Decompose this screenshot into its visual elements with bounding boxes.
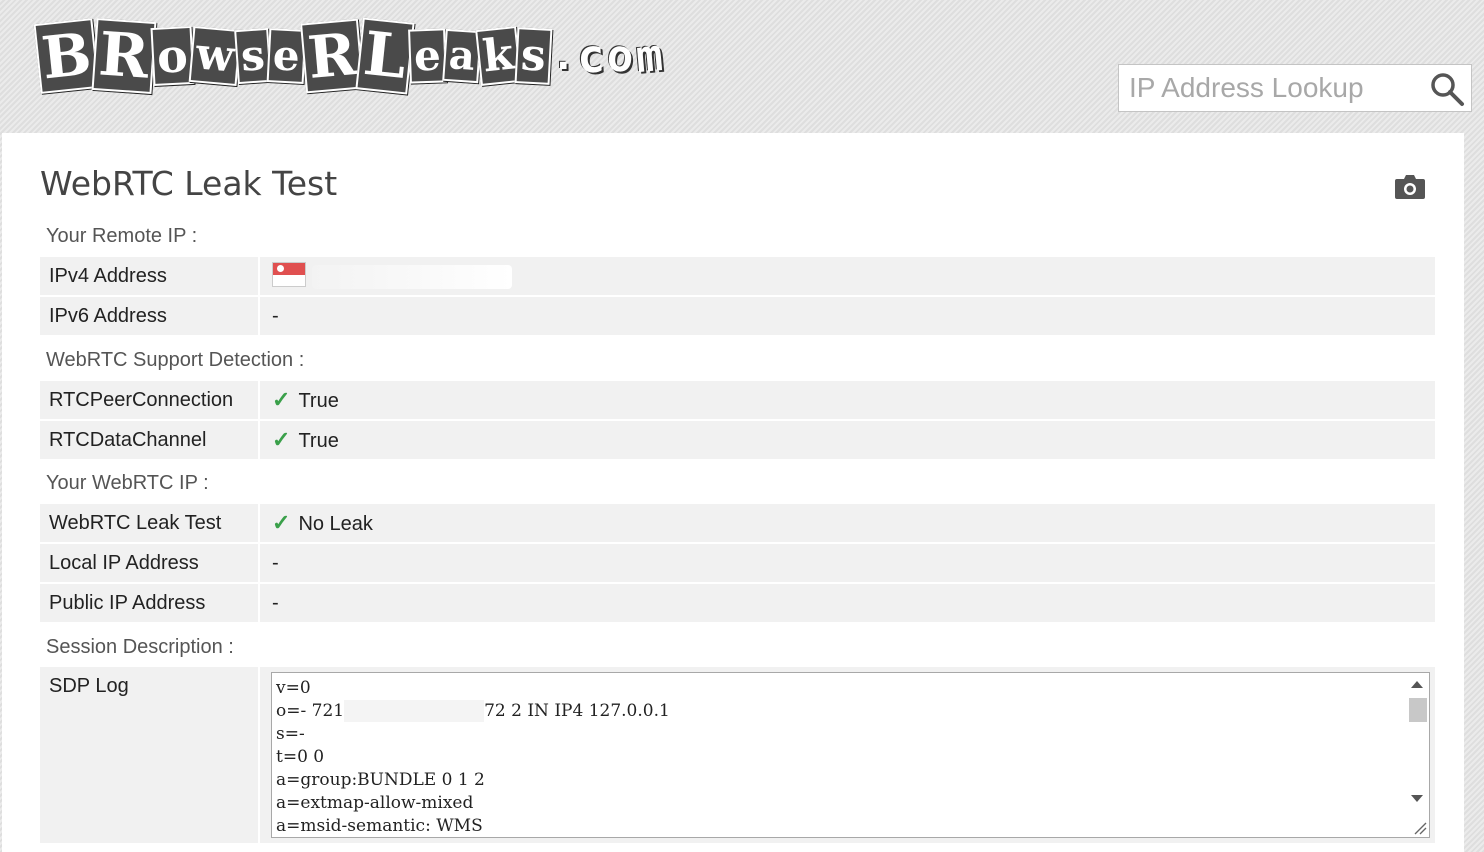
flag-icon xyxy=(272,262,306,288)
main-content: WebRTC Leak Test Your Remote IP : IPv4 A… xyxy=(2,133,1464,852)
section-support: WebRTC Support Detection : xyxy=(46,349,305,371)
sdp-line-part: o=- 721 xyxy=(276,701,345,721)
logo-letter: w xyxy=(188,26,241,86)
logo-letter: o xyxy=(605,29,636,83)
public-ip-label: Public IP Address xyxy=(40,584,260,622)
sdp-line: a=extmap-allow-mixed xyxy=(276,793,474,813)
sdp-log-textarea[interactable]: v=0 o=- 721 72 2 IN IP4 127.0.0.1 s=- t=0 0 a… xyxy=(271,672,1430,838)
rtcpeer-status: True xyxy=(298,390,339,412)
scroll-thumb[interactable] xyxy=(1409,698,1427,722)
logo-letter: s xyxy=(514,27,553,85)
rtcpeer-value: ✓ True xyxy=(262,381,1435,419)
local-ip-label: Local IP Address xyxy=(40,544,260,582)
ipv4-value xyxy=(262,257,1435,295)
rtcdata-row: RTCDataChannel ✓ True xyxy=(40,421,1435,461)
redacted-session-id xyxy=(344,700,485,722)
scroll-down-icon[interactable] xyxy=(1411,795,1423,802)
check-icon: ✓ xyxy=(272,427,291,452)
section-remote-ip: Your Remote IP : xyxy=(46,225,198,247)
local-ip-row: Local IP Address - xyxy=(40,544,1435,584)
camera-icon[interactable] xyxy=(1394,171,1426,201)
rtcdata-value: ✓ True xyxy=(262,421,1435,459)
logo-letter: . xyxy=(551,33,576,79)
sdp-log-content: v=0 o=- 721 72 2 IN IP4 127.0.0.1 s=- t=0 0 a… xyxy=(276,677,1401,837)
sdp-line: a=group:BUNDLE 0 1 2 xyxy=(276,770,485,790)
section-session: Session Description : xyxy=(46,636,234,658)
check-icon: ✓ xyxy=(272,387,291,412)
leak-test-value: ✓ No Leak xyxy=(262,504,1435,542)
rtcpeer-label: RTCPeerConnection xyxy=(40,381,260,419)
sdp-line: v=0 xyxy=(276,678,311,698)
ipv6-label: IPv6 Address xyxy=(40,297,260,335)
logo-letter: e xyxy=(408,28,447,84)
page-title: WebRTC Leak Test xyxy=(40,164,338,203)
sdp-line: a=msid-semantic: WMS xyxy=(276,816,483,836)
check-icon: ✓ xyxy=(272,510,291,535)
site-logo[interactable]: BRowseRLeaks.com xyxy=(33,8,665,104)
sdp-log-row: SDP Log v=0 o=- 721 72 2 IN IP4 127.0.0.1 s… xyxy=(40,667,1435,843)
logo-letter: B xyxy=(33,18,100,94)
redacted-ip xyxy=(312,264,512,289)
sdp-line: s=- xyxy=(276,724,305,744)
leak-test-label: WebRTC Leak Test xyxy=(40,504,260,542)
logo-letter: R xyxy=(91,17,157,95)
logo-letter: c xyxy=(575,28,607,84)
public-ip-value: - xyxy=(272,592,279,614)
resize-grip-icon[interactable] xyxy=(1413,821,1427,835)
scroll-up-icon[interactable] xyxy=(1411,681,1423,688)
ipv6-row: IPv6 Address - xyxy=(40,297,1435,337)
sdp-line: o=- 721 72 2 IN IP4 127.0.0.1 xyxy=(276,700,1401,723)
rtcdata-label: RTCDataChannel xyxy=(40,421,260,459)
local-ip-value: - xyxy=(272,552,279,574)
logo-letter: m xyxy=(633,29,665,83)
ipv4-row: IPv4 Address xyxy=(40,257,1435,297)
sdp-line: t=0 0 xyxy=(276,747,325,767)
rtcpeer-row: RTCPeerConnection ✓ True xyxy=(40,381,1435,421)
search-input[interactable] xyxy=(1119,65,1419,111)
ipv4-label: IPv4 Address xyxy=(40,257,260,295)
vertical-scrollbar[interactable] xyxy=(1405,673,1429,837)
logo-letter: o xyxy=(150,25,195,87)
public-ip-row: Public IP Address - xyxy=(40,584,1435,624)
logo-letter: R xyxy=(299,18,365,94)
leak-test-row: WebRTC Leak Test ✓ No Leak xyxy=(40,504,1435,544)
rtcdata-status: True xyxy=(298,430,339,452)
site-header: BRowseRLeaks.com xyxy=(0,0,1484,133)
ip-lookup-search xyxy=(1118,64,1472,112)
leak-test-status: No Leak xyxy=(298,513,373,535)
logo-letter: L xyxy=(355,17,415,95)
ipv6-value: - xyxy=(272,305,279,327)
sdp-log-label: SDP Log xyxy=(40,667,260,843)
section-webrtc-ip: Your WebRTC IP : xyxy=(46,472,209,494)
sdp-line-part: 72 2 IN IP4 127.0.0.1 xyxy=(484,701,670,721)
search-icon[interactable] xyxy=(1429,71,1465,107)
